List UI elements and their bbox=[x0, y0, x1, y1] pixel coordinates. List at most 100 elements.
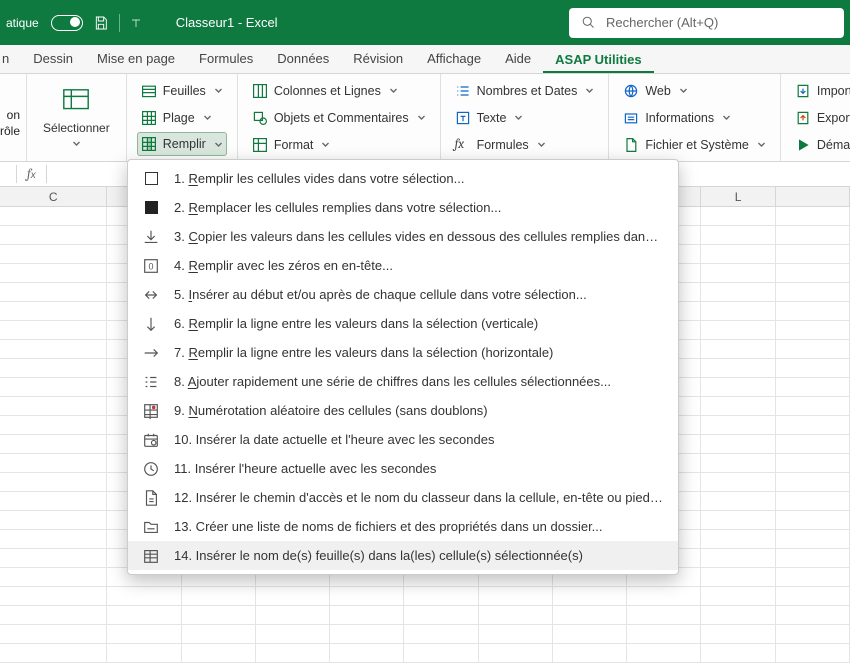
cell[interactable] bbox=[479, 644, 553, 663]
cell[interactable] bbox=[182, 587, 256, 606]
cell[interactable] bbox=[701, 606, 775, 625]
menu-item-12[interactable]: 12. Insérer le chemin d'accès et le nom … bbox=[128, 483, 678, 512]
cell[interactable] bbox=[330, 644, 404, 663]
cell[interactable] bbox=[776, 549, 850, 568]
cell[interactable] bbox=[701, 245, 775, 264]
cell[interactable] bbox=[701, 549, 775, 568]
cell[interactable] bbox=[553, 587, 627, 606]
cell[interactable] bbox=[0, 644, 107, 663]
cell[interactable] bbox=[776, 302, 850, 321]
fx-icon[interactable]: fx bbox=[27, 167, 36, 182]
menu-item-2[interactable]: 2. Remplacer les cellules remplies dans … bbox=[128, 193, 678, 222]
tab-révision[interactable]: Révision bbox=[341, 45, 415, 73]
menu-item-6[interactable]: 6. Remplir la ligne entre les valeurs da… bbox=[128, 309, 678, 338]
cell[interactable] bbox=[0, 549, 107, 568]
cell[interactable] bbox=[776, 321, 850, 340]
import-button[interactable]: Importer bbox=[791, 78, 850, 103]
cell[interactable] bbox=[776, 473, 850, 492]
cell[interactable] bbox=[701, 511, 775, 530]
cell[interactable] bbox=[404, 644, 478, 663]
cell[interactable] bbox=[107, 606, 181, 625]
cell[interactable] bbox=[0, 492, 107, 511]
range-button[interactable]: Plage bbox=[137, 105, 227, 130]
cell[interactable] bbox=[776, 454, 850, 473]
cell[interactable] bbox=[256, 625, 330, 644]
web-button[interactable]: Web bbox=[619, 78, 770, 103]
cell[interactable] bbox=[776, 492, 850, 511]
cell[interactable] bbox=[404, 587, 478, 606]
cell[interactable] bbox=[627, 606, 701, 625]
cell[interactable] bbox=[627, 625, 701, 644]
cell[interactable] bbox=[0, 454, 107, 473]
menu-item-3[interactable]: 3. Copier les valeurs dans les cellules … bbox=[128, 222, 678, 251]
tab-dessin[interactable]: Dessin bbox=[21, 45, 85, 73]
cell[interactable] bbox=[0, 264, 107, 283]
menu-item-4[interactable]: 04. Remplir avec les zéros en en-tête... bbox=[128, 251, 678, 280]
cell[interactable] bbox=[776, 226, 850, 245]
cell[interactable] bbox=[0, 568, 107, 587]
cell[interactable] bbox=[701, 397, 775, 416]
cell[interactable] bbox=[553, 644, 627, 663]
cell[interactable] bbox=[776, 340, 850, 359]
cell[interactable] bbox=[701, 207, 775, 226]
menu-item-8[interactable]: 8. Ajouter rapidement une série de chiff… bbox=[128, 367, 678, 396]
columns-rows-button[interactable]: Colonnes et Lignes bbox=[248, 78, 430, 103]
menu-item-5[interactable]: 5. Insérer au début et/ou après de chaqu… bbox=[128, 280, 678, 309]
tab-asap-utilities[interactable]: ASAP Utilities bbox=[543, 46, 653, 74]
cell[interactable] bbox=[776, 568, 850, 587]
column-header-L[interactable]: L bbox=[701, 187, 775, 207]
cell[interactable] bbox=[701, 587, 775, 606]
cell[interactable] bbox=[776, 511, 850, 530]
start-button[interactable]: Démarrer bbox=[791, 132, 850, 157]
cell[interactable] bbox=[776, 397, 850, 416]
fill-button[interactable]: Remplir bbox=[137, 132, 227, 156]
cell[interactable] bbox=[701, 473, 775, 492]
cell[interactable] bbox=[0, 625, 107, 644]
cell[interactable] bbox=[330, 606, 404, 625]
cell[interactable] bbox=[0, 473, 107, 492]
cell[interactable] bbox=[776, 264, 850, 283]
formulas-button[interactable]: fx Formules bbox=[451, 132, 599, 157]
cell[interactable] bbox=[0, 207, 107, 226]
cell[interactable] bbox=[776, 435, 850, 454]
cell[interactable] bbox=[701, 378, 775, 397]
cell[interactable] bbox=[701, 226, 775, 245]
cell[interactable] bbox=[182, 625, 256, 644]
cell[interactable] bbox=[776, 644, 850, 663]
menu-item-13[interactable]: 13. Créer une liste de noms de fichiers … bbox=[128, 512, 678, 541]
sheets-button[interactable]: Feuilles bbox=[137, 78, 227, 103]
cell[interactable] bbox=[701, 568, 775, 587]
cell[interactable] bbox=[776, 606, 850, 625]
cell[interactable] bbox=[0, 245, 107, 264]
cell[interactable] bbox=[0, 416, 107, 435]
cell[interactable] bbox=[701, 359, 775, 378]
cell[interactable] bbox=[107, 644, 181, 663]
cell[interactable] bbox=[404, 606, 478, 625]
cell[interactable] bbox=[701, 321, 775, 340]
search-input[interactable]: Rechercher (Alt+Q) bbox=[569, 8, 844, 38]
cell[interactable] bbox=[776, 207, 850, 226]
cell[interactable] bbox=[776, 530, 850, 549]
cell[interactable] bbox=[0, 511, 107, 530]
menu-item-11[interactable]: 11. Insérer l'heure actuelle avec les se… bbox=[128, 454, 678, 483]
cell[interactable] bbox=[107, 587, 181, 606]
cell[interactable] bbox=[0, 283, 107, 302]
cell[interactable] bbox=[553, 606, 627, 625]
cell[interactable] bbox=[701, 435, 775, 454]
cell[interactable] bbox=[776, 245, 850, 264]
menu-item-10[interactable]: 10. Insérer la date actuelle et l'heure … bbox=[128, 425, 678, 454]
cell[interactable] bbox=[479, 625, 553, 644]
cell[interactable] bbox=[776, 587, 850, 606]
cell[interactable] bbox=[182, 606, 256, 625]
menu-item-14[interactable]: 14. Insérer le nom de(s) feuille(s) dans… bbox=[128, 541, 678, 570]
cell[interactable] bbox=[0, 378, 107, 397]
file-system-button[interactable]: Fichier et Système bbox=[619, 132, 770, 157]
cell[interactable] bbox=[701, 644, 775, 663]
tab-formules[interactable]: Formules bbox=[187, 45, 265, 73]
cell[interactable] bbox=[776, 378, 850, 397]
cell[interactable] bbox=[0, 359, 107, 378]
cell[interactable] bbox=[701, 302, 775, 321]
tab-mise-en-page[interactable]: Mise en page bbox=[85, 45, 187, 73]
cell[interactable] bbox=[0, 321, 107, 340]
cell[interactable] bbox=[0, 397, 107, 416]
